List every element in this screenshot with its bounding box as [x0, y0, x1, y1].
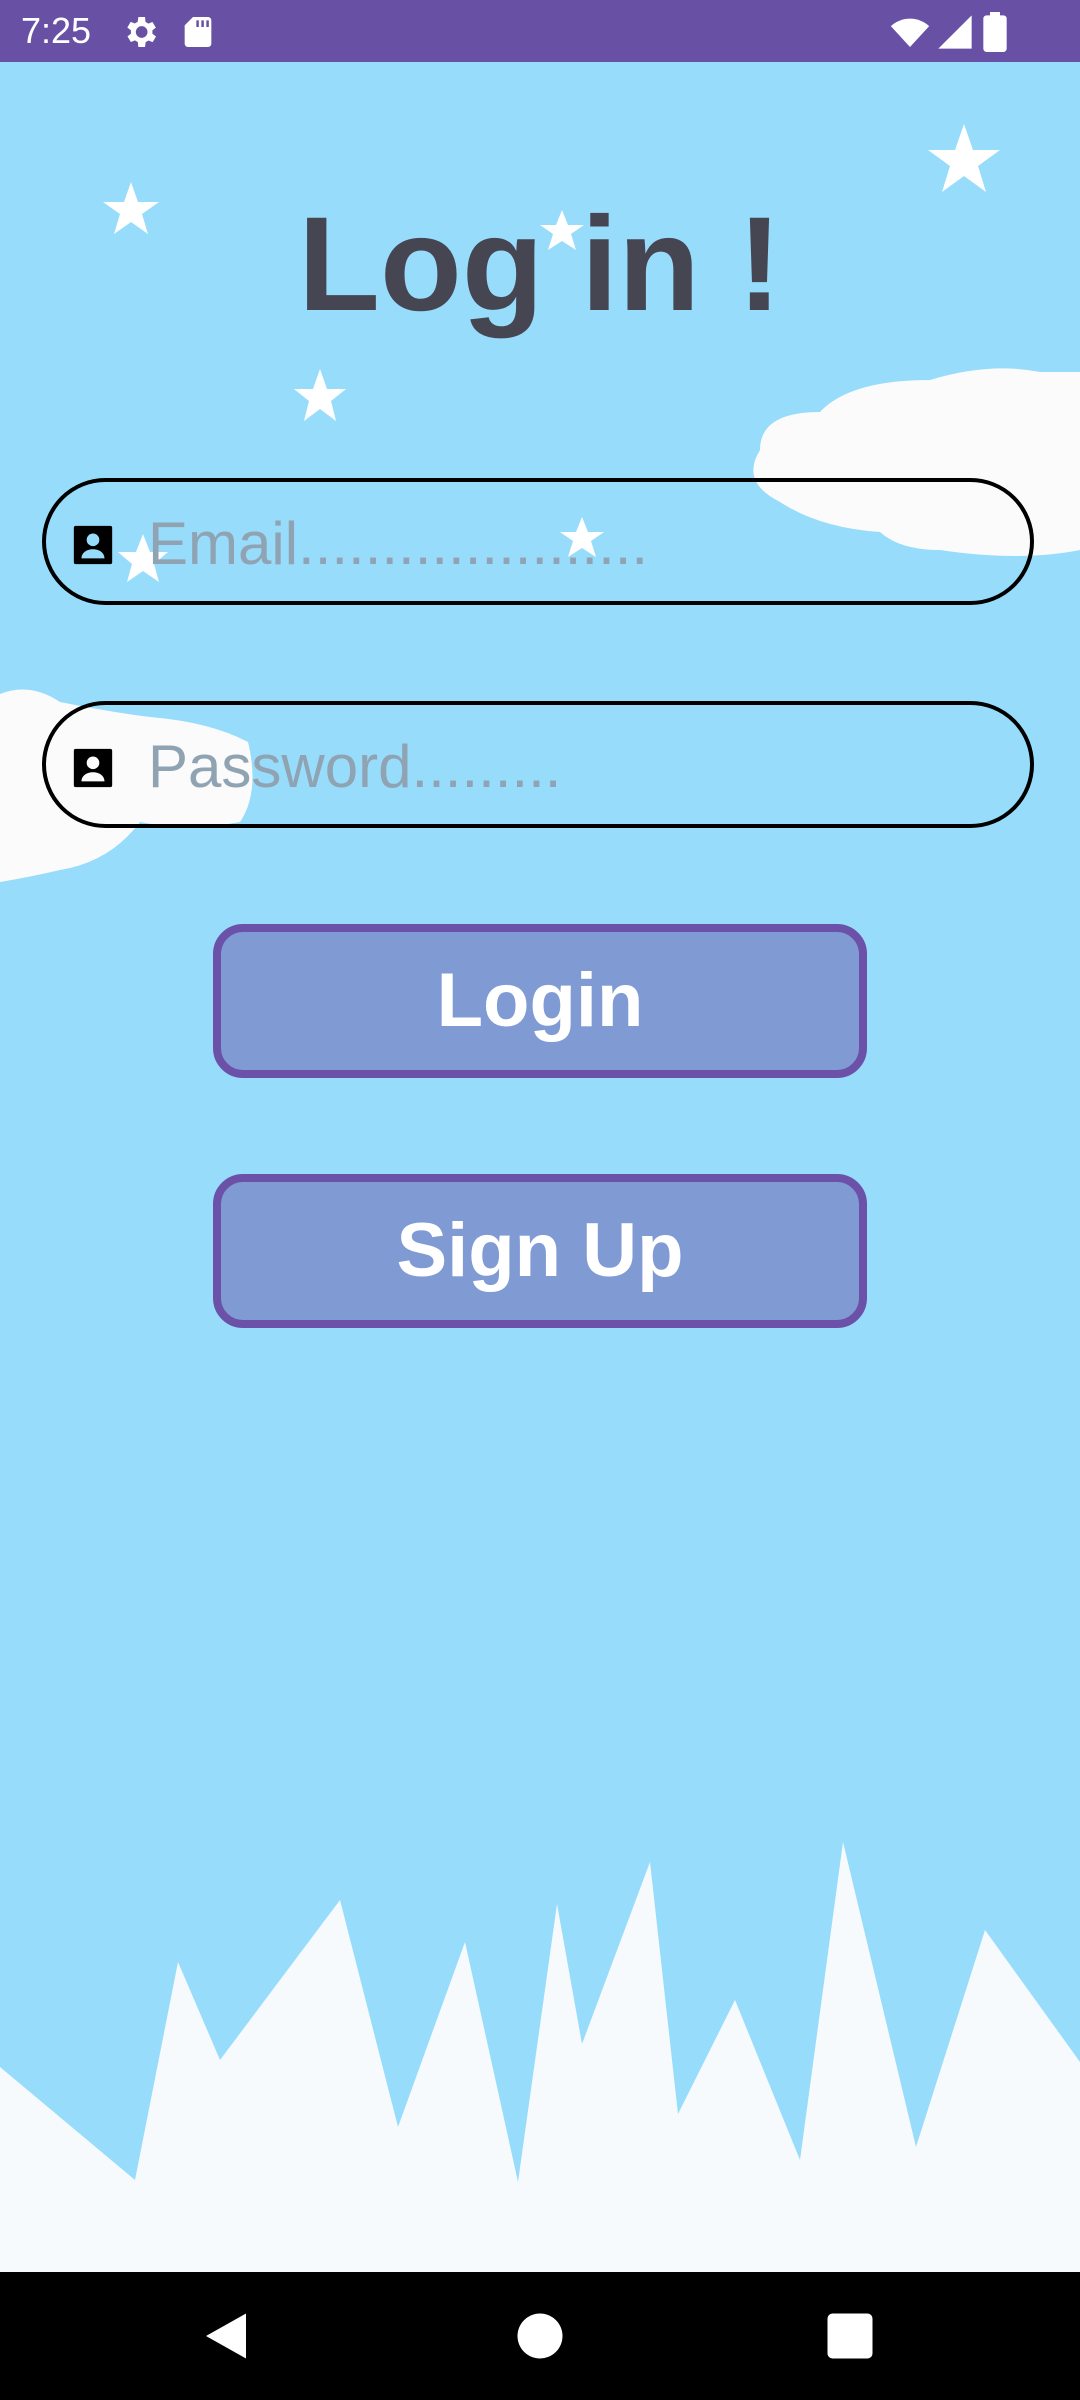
snow-mountains	[0, 1842, 1080, 2272]
sky-background	[0, 124, 1080, 2272]
login-button[interactable]: Login	[213, 924, 867, 1078]
login-screen: 7:25 Log in ! Email.....................…	[0, 0, 1080, 2400]
status-time: 7:25	[21, 10, 92, 51]
password-placeholder: Password.........	[148, 733, 562, 800]
star	[294, 369, 346, 421]
recents-icon[interactable]	[820, 2306, 880, 2366]
back-icon[interactable]	[196, 2306, 256, 2366]
sd-card-icon	[184, 17, 212, 47]
home-icon[interactable]	[510, 2306, 570, 2366]
page-title: Log in !	[298, 190, 782, 339]
battery-icon	[983, 12, 1007, 52]
contact-card-icon	[73, 525, 113, 565]
wifi-icon	[890, 18, 930, 47]
gear-icon	[127, 17, 156, 47]
star	[928, 124, 1000, 192]
password-field[interactable]: Password.........	[42, 701, 1034, 828]
status-bar: 7:25	[0, 0, 1080, 62]
contact-card-icon	[73, 748, 113, 788]
navigation-bar	[0, 2272, 1080, 2400]
email-placeholder: Email.....................	[148, 510, 649, 577]
sign-up-button[interactable]: Sign Up	[213, 1174, 867, 1328]
signal-icon	[938, 15, 972, 49]
email-field[interactable]: Email.....................	[42, 478, 1034, 605]
